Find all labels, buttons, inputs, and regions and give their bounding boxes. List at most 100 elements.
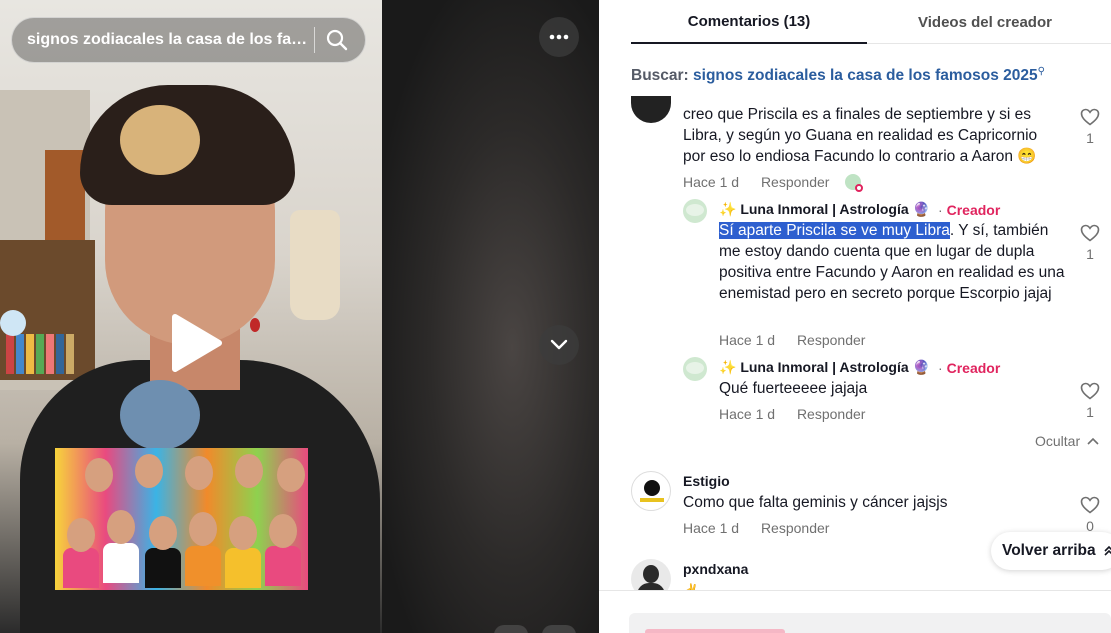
comment-text: Sí aparte Priscila se ve muy Libra. Y sí… bbox=[719, 220, 1069, 304]
comment-meta: Hace 1 d Responder bbox=[719, 406, 883, 422]
avatar-graphic bbox=[686, 362, 704, 374]
like-button[interactable]: 1 bbox=[1080, 108, 1100, 146]
avatar[interactable] bbox=[631, 471, 671, 511]
author-name[interactable]: ✨ Luna Inmoral | Astrología 🔮 bbox=[719, 201, 930, 218]
collage-person bbox=[145, 548, 181, 588]
collage-face bbox=[67, 518, 95, 552]
collage-face bbox=[269, 514, 297, 548]
hide-replies-button[interactable]: Ocultar bbox=[1035, 433, 1099, 449]
heart-icon bbox=[1080, 108, 1100, 126]
book bbox=[26, 334, 34, 374]
tab-creator-videos[interactable]: Videos del creador bbox=[867, 0, 1103, 44]
video-player[interactable]: signos zodiacales la casa de los fam... bbox=[0, 0, 599, 633]
collage-face bbox=[229, 516, 257, 550]
book bbox=[46, 334, 54, 374]
reply-button[interactable]: Responder bbox=[797, 332, 866, 348]
reply-button[interactable]: Responder bbox=[797, 406, 866, 422]
back-to-top-label: Volver arriba bbox=[1002, 542, 1096, 559]
heart-icon bbox=[1080, 224, 1100, 242]
play-button[interactable] bbox=[160, 308, 230, 378]
comments-panel: Comentarios (13) Videos del creador Busc… bbox=[599, 0, 1111, 633]
more-dots-icon bbox=[549, 34, 569, 40]
reply-button[interactable]: Responder bbox=[761, 520, 830, 536]
like-button[interactable]: 1 bbox=[1080, 224, 1100, 262]
earring bbox=[250, 318, 260, 332]
separator-dot: · bbox=[937, 201, 943, 218]
avatar[interactable] bbox=[683, 199, 707, 223]
room-door bbox=[45, 150, 85, 250]
author-name[interactable]: Estigio bbox=[683, 473, 730, 489]
like-button[interactable]: 0 bbox=[1080, 496, 1100, 534]
video-control-stub[interactable] bbox=[542, 625, 576, 633]
search-icon: ⚲ bbox=[1037, 66, 1045, 77]
comment-text: Qué fuerteeeee jajaja bbox=[719, 380, 868, 397]
comment-text: creo que Priscila es a finales de septie… bbox=[683, 106, 1038, 165]
comment-author[interactable]: ✨ Luna Inmoral | Astrología 🔮 · Creador bbox=[719, 201, 1000, 218]
search-icon[interactable] bbox=[315, 18, 359, 62]
video-search-bar[interactable]: signos zodiacales la casa de los fam... bbox=[11, 17, 366, 63]
reply-button[interactable]: Responder bbox=[761, 174, 830, 190]
collage-face bbox=[107, 510, 135, 544]
comment-time: Hace 1 d bbox=[719, 406, 776, 422]
book bbox=[66, 334, 74, 374]
collage-person bbox=[185, 546, 221, 586]
hair-highlight bbox=[120, 105, 200, 175]
like-count: 1 bbox=[1086, 130, 1094, 146]
collage-face bbox=[235, 454, 263, 488]
microphone bbox=[120, 380, 200, 450]
search-hint-query[interactable]: signos zodiacales la casa de los famosos… bbox=[693, 67, 1038, 84]
collage-face bbox=[189, 512, 217, 546]
book bbox=[6, 334, 14, 374]
video-control-stub[interactable] bbox=[494, 625, 528, 633]
comment-time: Hace 1 d bbox=[719, 332, 776, 348]
book bbox=[36, 334, 44, 374]
collage-face bbox=[277, 458, 305, 492]
panel-tabs: Comentarios (13) Videos del creador bbox=[631, 0, 1111, 44]
comment-time: Hace 1 d bbox=[683, 174, 740, 190]
comment-text: Como que falta geminis y cáncer jajsjs bbox=[683, 494, 948, 511]
creator-badge: Creador bbox=[946, 359, 1001, 376]
avatar-graphic bbox=[644, 480, 660, 496]
globe bbox=[0, 310, 26, 336]
avatar-graphic bbox=[686, 204, 704, 216]
tab-comments[interactable]: Comentarios (13) bbox=[631, 0, 867, 44]
like-button[interactable]: 1 bbox=[1080, 382, 1100, 420]
avatar[interactable] bbox=[683, 357, 707, 381]
double-chevron-up-icon bbox=[1104, 545, 1111, 556]
author-name[interactable]: pxndxana bbox=[683, 561, 748, 577]
comment-meta: Hace 1 d Responder bbox=[683, 174, 847, 190]
collage-person bbox=[103, 543, 139, 583]
chevron-down-icon bbox=[550, 339, 568, 350]
video-thumbnail-collage bbox=[55, 448, 308, 590]
heart-icon bbox=[1080, 496, 1100, 514]
more-options-button[interactable] bbox=[539, 17, 579, 57]
selected-text: Sí aparte Priscila se ve muy Libra bbox=[719, 222, 950, 239]
creator-badge: Creador bbox=[946, 201, 1001, 218]
related-search-link[interactable]: Buscar: signos zodiacales la casa de los… bbox=[631, 66, 1045, 85]
chevron-up-icon bbox=[1087, 437, 1099, 445]
creator-liked-avatar bbox=[845, 174, 863, 192]
person-hair bbox=[80, 85, 295, 205]
back-to-top-button[interactable]: Volver arriba bbox=[991, 532, 1111, 570]
comment-meta: Hace 1 d Responder bbox=[683, 520, 847, 536]
collage-face bbox=[85, 458, 113, 492]
heart-icon bbox=[1080, 382, 1100, 400]
collage-person bbox=[265, 546, 301, 586]
collage-face bbox=[149, 516, 177, 550]
collage-face bbox=[185, 456, 213, 490]
hide-replies-label: Ocultar bbox=[1035, 433, 1081, 449]
comment-input-prompt bbox=[645, 629, 785, 633]
author-name[interactable]: ✨ Luna Inmoral | Astrología 🔮 bbox=[719, 359, 930, 376]
next-video-button[interactable] bbox=[539, 325, 579, 365]
search-hint-label: Buscar: bbox=[631, 67, 689, 85]
comment-author[interactable]: ✨ Luna Inmoral | Astrología 🔮 · Creador bbox=[719, 359, 1000, 376]
collage-person bbox=[225, 548, 261, 588]
book bbox=[56, 334, 64, 374]
comment-time: Hace 1 d bbox=[683, 520, 740, 536]
video-background-blur bbox=[382, 0, 599, 633]
heart-badge-icon bbox=[855, 184, 863, 192]
video-search-query[interactable]: signos zodiacales la casa de los fam... bbox=[27, 31, 312, 49]
avatar[interactable] bbox=[631, 96, 671, 123]
comment-meta: Hace 1 d Responder bbox=[719, 332, 883, 348]
like-count: 1 bbox=[1086, 404, 1094, 420]
